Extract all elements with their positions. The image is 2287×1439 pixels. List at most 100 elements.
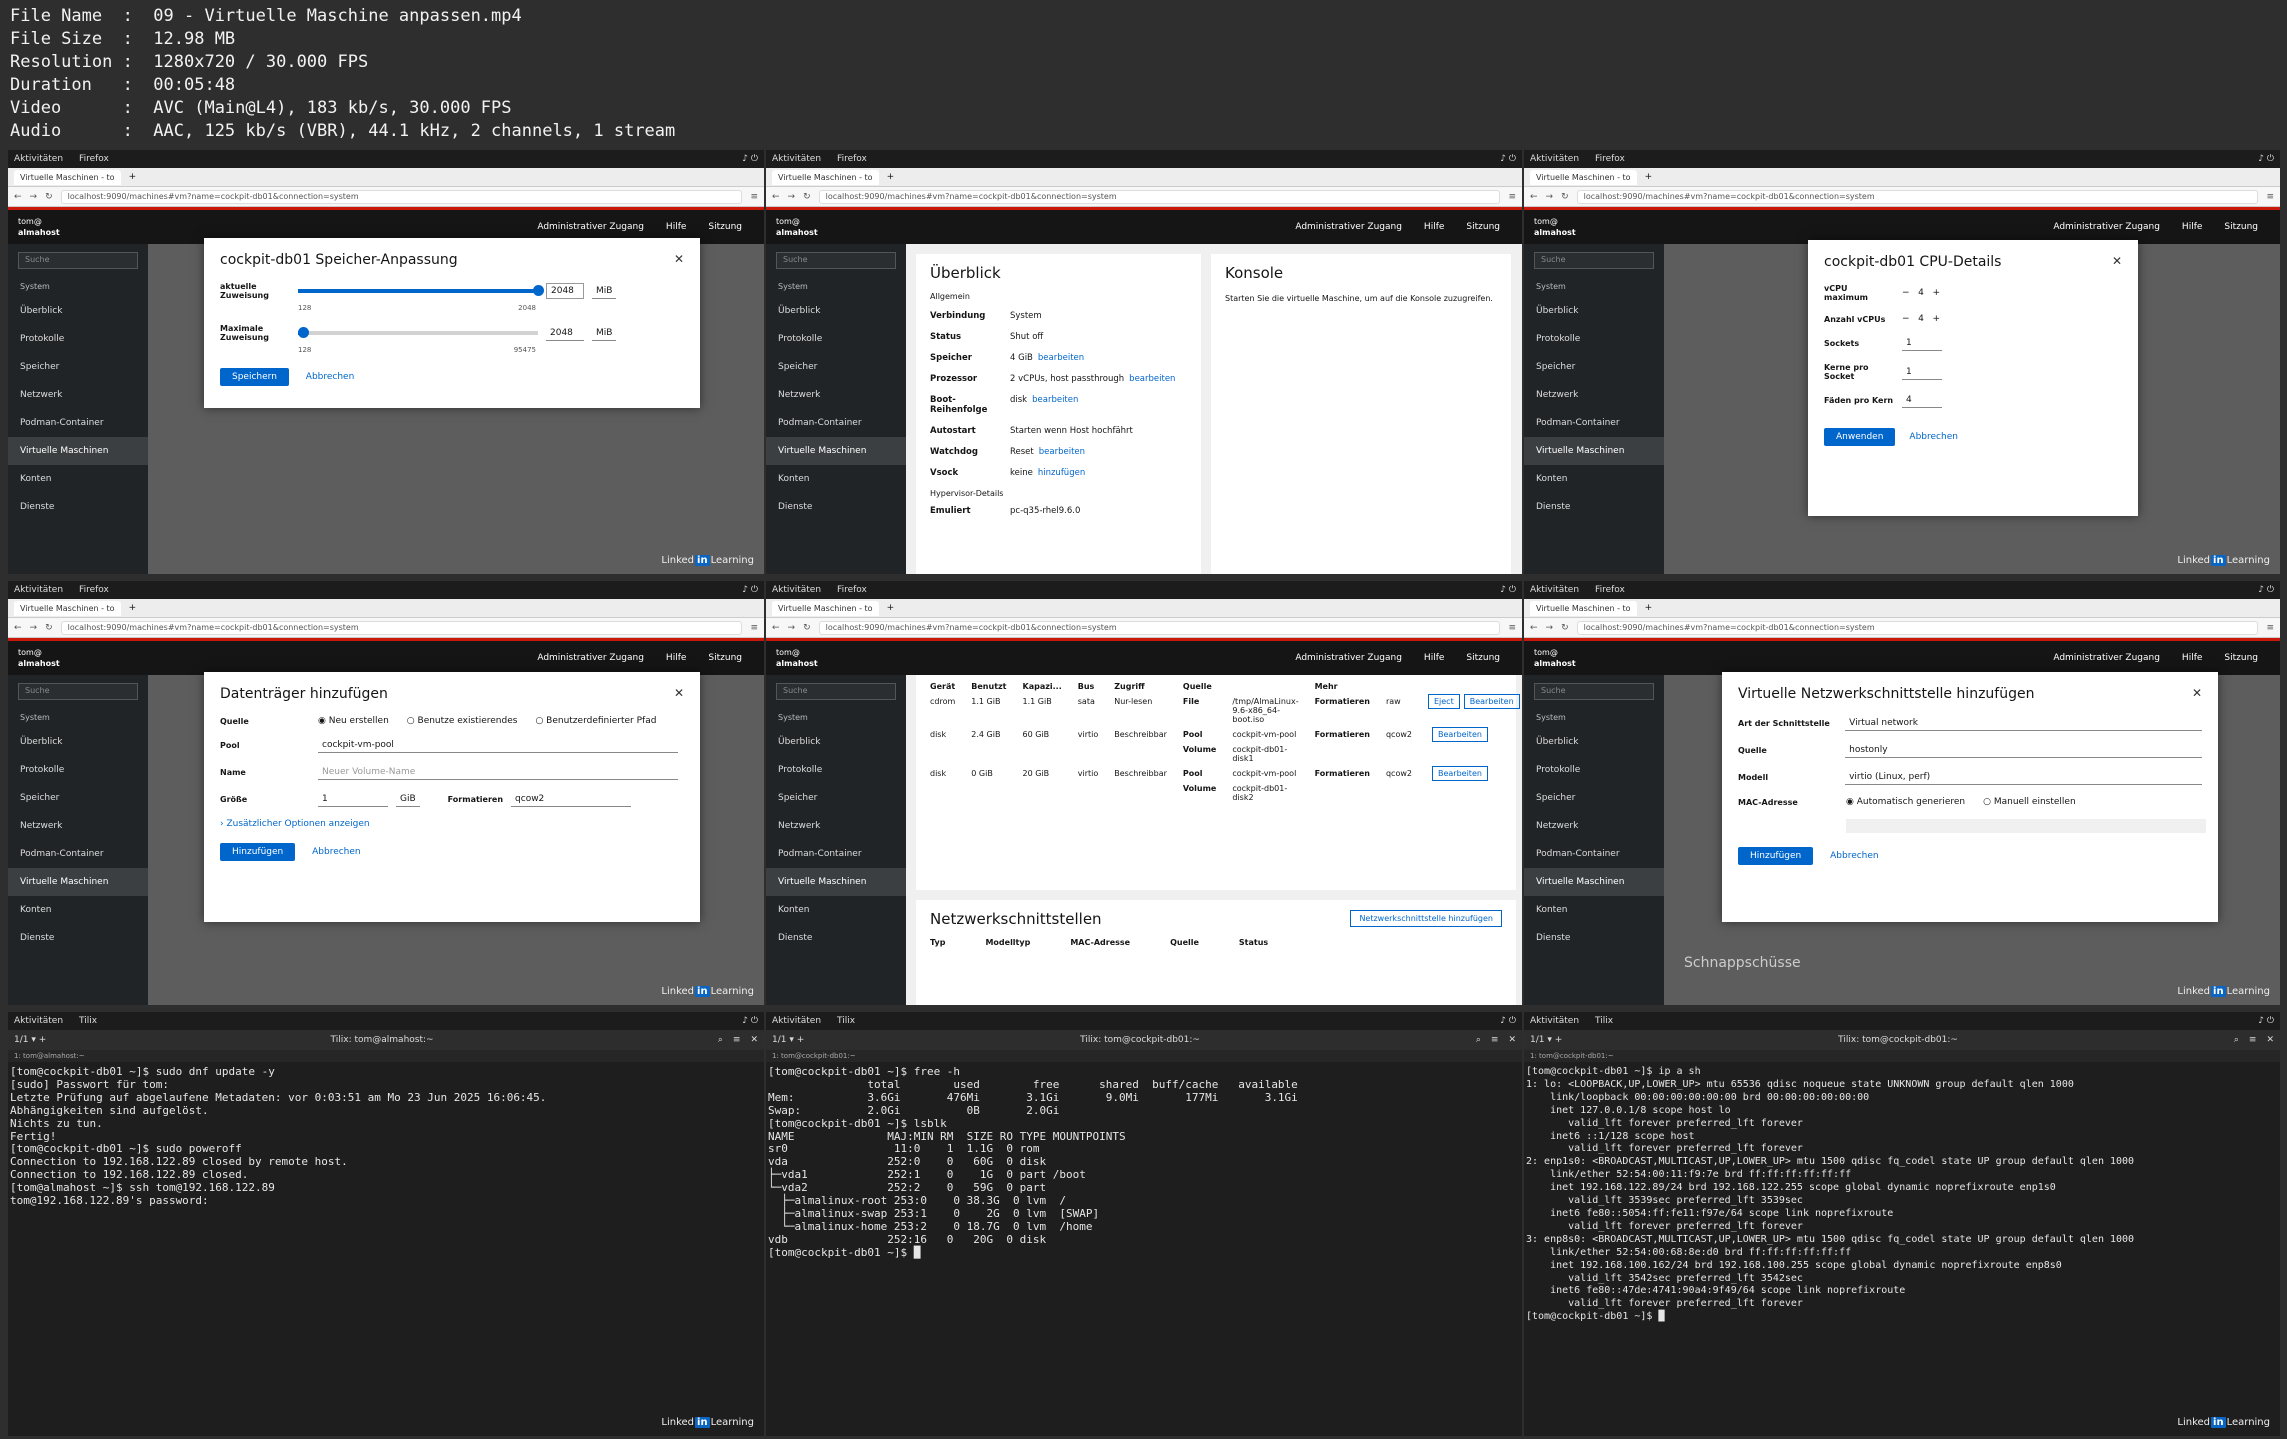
reload-icon[interactable]: ↻	[803, 623, 811, 633]
close-icon[interactable]: ✕	[674, 252, 684, 266]
system-icons[interactable]: ♪ ⏻	[1500, 154, 1516, 164]
activities-button[interactable]: Aktivitäten	[772, 585, 821, 595]
sidebar-item-system[interactable]: System	[1524, 708, 1664, 728]
sidebar-item-services[interactable]: Dienste	[8, 493, 148, 521]
sidebar-item-podman[interactable]: Podman-Container	[1524, 840, 1664, 868]
format-select[interactable]: qcow2	[511, 792, 632, 807]
sidebar-item-logs[interactable]: Protokolle	[8, 756, 148, 784]
terminal-output[interactable]: [tom@cockpit-db01 ~]$ free -h total used…	[766, 1062, 1522, 1264]
sidebar-item-accounts[interactable]: Konten	[766, 465, 906, 493]
session-menu[interactable]: Sitzung	[2224, 653, 2258, 663]
back-icon[interactable]: ←	[14, 192, 22, 202]
close-icon[interactable]: ✕	[750, 1035, 758, 1045]
new-tab-icon[interactable]: +	[1645, 603, 1653, 613]
pool-select[interactable]: cockpit-vm-pool	[318, 738, 678, 753]
more-options-toggle[interactable]: › Zusätzlicher Optionen anzeigen	[220, 819, 684, 829]
help-menu[interactable]: Hilfe	[2182, 653, 2202, 663]
maximum-unit-select[interactable]: MiB	[592, 326, 617, 341]
sidebar-item-storage[interactable]: Speicher	[1524, 353, 1664, 381]
session-menu[interactable]: Sitzung	[1466, 653, 1500, 663]
help-menu[interactable]: Hilfe	[2182, 222, 2202, 232]
back-icon[interactable]: ←	[14, 623, 22, 633]
sidebar-item-system[interactable]: System	[8, 708, 148, 728]
sidebar-item-system[interactable]: System	[766, 277, 906, 297]
search-input[interactable]: Suche	[1534, 683, 1654, 700]
radio-mac-manual[interactable]: ○ Manuell einstellen	[1983, 797, 2076, 807]
maximum-slider[interactable]	[297, 327, 538, 338]
terminal-tab[interactable]: 1: tom@almahost:~	[8, 1050, 764, 1062]
size-input[interactable]: 1	[318, 792, 388, 807]
back-icon[interactable]: ←	[772, 623, 780, 633]
close-icon[interactable]: ✕	[2266, 1035, 2274, 1045]
edit-link[interactable]: hinzufügen	[1038, 468, 1085, 478]
sidebar-item-system[interactable]: System	[766, 708, 906, 728]
host-switcher[interactable]: tom@ almahost	[8, 647, 148, 669]
edit-link[interactable]: bearbeiten	[1032, 395, 1078, 415]
back-icon[interactable]: ←	[1530, 623, 1538, 633]
sidebar-item-podman[interactable]: Podman-Container	[1524, 409, 1664, 437]
sidebar-item-logs[interactable]: Protokolle	[1524, 325, 1664, 353]
admin-access[interactable]: Administrativer Zugang	[2053, 222, 2160, 232]
sidebar-item-storage[interactable]: Speicher	[1524, 784, 1664, 812]
sidebar-item-system[interactable]: System	[8, 277, 148, 297]
radio-mac-auto[interactable]: ◉ Automatisch generieren	[1846, 797, 1965, 807]
sidebar-item-network[interactable]: Netzwerk	[1524, 812, 1664, 840]
maximum-value-input[interactable]: 2048	[546, 326, 584, 341]
sidebar-item-storage[interactable]: Speicher	[8, 784, 148, 812]
system-icons[interactable]: ♪ ⏻	[742, 154, 758, 164]
sidebar-item-vms[interactable]: Virtuelle Maschinen	[766, 868, 906, 896]
new-tab-icon[interactable]: +	[1645, 172, 1653, 182]
reload-icon[interactable]: ↻	[45, 192, 53, 202]
session-switcher[interactable]: 1/1 ▾ +	[14, 1035, 46, 1045]
sidebar-item-podman[interactable]: Podman-Container	[8, 409, 148, 437]
vcpu-max-stepper[interactable]: − 4 +	[1902, 288, 1940, 298]
admin-access[interactable]: Administrativer Zugang	[2053, 653, 2160, 663]
radio-existing[interactable]: ○ Benutze existierendes	[407, 716, 518, 726]
menu-icon[interactable]: ≡	[1491, 1035, 1499, 1045]
cancel-button[interactable]: Abbrechen	[306, 372, 355, 382]
terminal-tab[interactable]: 1: tom@cockpit-db01:~	[1524, 1050, 2280, 1062]
sidebar-item-storage[interactable]: Speicher	[8, 353, 148, 381]
session-menu[interactable]: Sitzung	[1466, 222, 1500, 232]
url-bar[interactable]: localhost:9090/machines#vm?name=cockpit-…	[1576, 189, 2259, 204]
sidebar-item-podman[interactable]: Podman-Container	[766, 840, 906, 868]
threads-select[interactable]: 4	[1902, 393, 1942, 408]
sidebar-item-accounts[interactable]: Konten	[1524, 465, 1664, 493]
url-bar[interactable]: localhost:9090/machines#vm?name=cockpit-…	[60, 189, 743, 204]
radio-new[interactable]: ◉ Neu erstellen	[318, 716, 389, 726]
terminal-output[interactable]: [tom@cockpit-db01 ~]$ sudo dnf update -y…	[8, 1062, 764, 1212]
forward-icon[interactable]: →	[1546, 623, 1554, 633]
menu-icon[interactable]: ≡	[733, 1035, 741, 1045]
session-menu[interactable]: Sitzung	[2224, 222, 2258, 232]
source-select[interactable]: hostonly	[1845, 743, 2202, 758]
new-tab-icon[interactable]: +	[129, 172, 137, 182]
search-input[interactable]: Suche	[776, 252, 896, 269]
forward-icon[interactable]: →	[30, 623, 38, 633]
sidebar-item-overview[interactable]: Überblick	[1524, 297, 1664, 325]
edit-link[interactable]: bearbeiten	[1039, 447, 1085, 457]
activities-button[interactable]: Aktivitäten	[1530, 154, 1579, 164]
browser-tab[interactable]: Virtuelle Maschinen - to	[1530, 169, 1637, 185]
session-menu[interactable]: Sitzung	[708, 653, 742, 663]
sidebar-item-accounts[interactable]: Konten	[1524, 896, 1664, 924]
reload-icon[interactable]: ↻	[1561, 192, 1569, 202]
url-bar[interactable]: localhost:9090/machines#vm?name=cockpit-…	[60, 620, 743, 635]
search-icon[interactable]: ⌕	[2234, 1035, 2239, 1045]
menu-icon[interactable]: ≡	[1508, 623, 1516, 633]
activities-button[interactable]: Aktivitäten	[1530, 585, 1579, 595]
sidebar-item-network[interactable]: Netzwerk	[8, 812, 148, 840]
add-button[interactable]: Hinzufügen	[220, 843, 296, 861]
host-switcher[interactable]: tom@ almahost	[8, 216, 148, 238]
browser-tab[interactable]: Virtuelle Maschinen - to	[772, 600, 879, 616]
menu-icon[interactable]: ≡	[750, 623, 758, 633]
activities-button[interactable]: Aktivitäten	[14, 154, 63, 164]
url-bar[interactable]: localhost:9090/machines#vm?name=cockpit-…	[1576, 620, 2259, 635]
sidebar-item-accounts[interactable]: Konten	[8, 896, 148, 924]
menu-icon[interactable]: ≡	[2249, 1035, 2257, 1045]
close-icon[interactable]: ✕	[1508, 1035, 1516, 1045]
terminal-tab[interactable]: 1: tom@cockpit-db01:~	[766, 1050, 1522, 1062]
add-network-button[interactable]: Netzwerkschnittstelle hinzufügen	[1350, 910, 1502, 927]
radio-custom[interactable]: ○ Benutzerdefinierter Pfad	[535, 716, 656, 726]
sidebar-item-overview[interactable]: Überblick	[8, 728, 148, 756]
search-input[interactable]: Suche	[1534, 252, 1654, 269]
